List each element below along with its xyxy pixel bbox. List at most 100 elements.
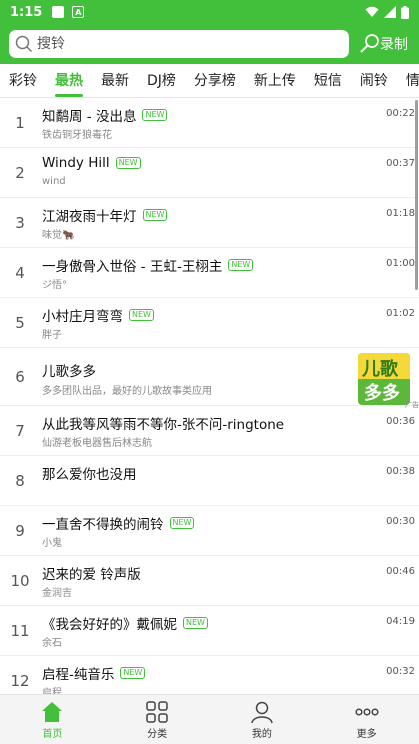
item-index: 9 bbox=[15, 522, 25, 540]
item-title-text: 小村庄月弯弯 bbox=[42, 309, 123, 325]
item-duration: 01:00 bbox=[386, 258, 415, 269]
list-item[interactable]: 3 江湖夜雨十年灯 NEW 味觉🐂 01:18 bbox=[0, 198, 419, 248]
a-notification-icon: A bbox=[72, 6, 85, 18]
item-title-text: 启程-纯音乐 bbox=[42, 667, 115, 683]
item-duration: 04:19 bbox=[386, 616, 415, 627]
ad-app-icon[interactable]: 儿歌 多多 bbox=[358, 353, 410, 405]
item-duration: 00:22 bbox=[386, 108, 415, 119]
wifi-icon bbox=[365, 6, 379, 17]
status-time: 1:15 bbox=[10, 4, 43, 20]
item-duration: 00:38 bbox=[386, 466, 415, 477]
item-title-text: 从此我等风等雨不等你-张不问-ringtone bbox=[42, 417, 285, 433]
status-bar: 1:15 A bbox=[0, 0, 419, 24]
list-item-ad[interactable]: 6 儿歌多多 多多团队出品，最好的儿歌故事类应用 bbox=[0, 348, 419, 406]
item-index: 8 bbox=[15, 472, 25, 490]
grid-icon bbox=[146, 700, 168, 723]
item-index: 5 bbox=[15, 314, 25, 332]
record-button[interactable]: 录制 bbox=[358, 33, 408, 55]
item-title: 知鹬周 - 没出息 NEW bbox=[42, 105, 168, 125]
signal-icon bbox=[384, 6, 396, 18]
list-item[interactable]: 8 那么爱你也没用 00:38 bbox=[0, 456, 419, 506]
item-subtitle: 味觉🐂 bbox=[42, 230, 75, 241]
item-title-text: 迟来的爱 铃声版 bbox=[42, 567, 141, 583]
item-index: 4 bbox=[15, 264, 25, 282]
list-item[interactable]: 12 启程-纯音乐 NEW 启程 00:32 bbox=[0, 656, 419, 694]
new-badge: NEW bbox=[183, 617, 208, 629]
list-item[interactable]: 7 从此我等风等雨不等你-张不问-ringtone 仙游老板电器售后林志航 00… bbox=[0, 406, 419, 456]
item-index: 6 bbox=[15, 368, 25, 386]
item-title-text: 知鹬周 - 没出息 bbox=[42, 109, 137, 125]
list-item[interactable]: 9 一直舍不得换的闹铃 NEW 小鬼 00:30 bbox=[0, 506, 419, 556]
list-item[interactable]: 5 小村庄月弯弯 NEW 胖子 01:02 bbox=[0, 298, 419, 348]
item-title: 迟来的爱 铃声版 bbox=[42, 563, 141, 583]
nav-mine[interactable]: 我的 bbox=[210, 695, 315, 744]
notification-icon bbox=[52, 6, 65, 18]
item-subtitle: 多多团队出品，最好的儿歌故事类应用 bbox=[42, 386, 212, 397]
ringtone-list[interactable]: 1 知鹬周 - 没出息 NEW 铁齿铜牙狼毒花 00:22 2 Windy Hil… bbox=[0, 98, 419, 694]
item-subtitle: 金润吉 bbox=[42, 588, 72, 599]
list-item[interactable]: 4 一身傲骨入世俗 - 王虹-王栩主 NEW ジ悟° 01:00 bbox=[0, 248, 419, 298]
nav-more[interactable]: 更多 bbox=[314, 695, 419, 744]
battery-icon bbox=[401, 5, 409, 19]
nav-more-label: 更多 bbox=[356, 728, 377, 740]
search-box[interactable] bbox=[9, 30, 349, 58]
new-badge: NEW bbox=[142, 109, 168, 121]
tab-dj[interactable]: DJ榜 bbox=[138, 64, 185, 97]
item-index: 11 bbox=[10, 622, 30, 640]
new-badge: NEW bbox=[228, 259, 254, 271]
list-item[interactable]: 1 知鹬周 - 没出息 NEW 铁齿铜牙狼毒花 00:22 bbox=[0, 98, 419, 148]
item-title-text: Windy Hill bbox=[42, 155, 110, 171]
item-title: 从此我等风等雨不等你-张不问-ringtone bbox=[42, 413, 284, 433]
item-title-text: 儿歌多多 bbox=[42, 364, 96, 380]
tab-love[interactable]: 情 bbox=[397, 64, 419, 97]
bottom-navigation: 首页 分类 我的 更多 bbox=[0, 694, 419, 744]
item-subtitle: 小鬼 bbox=[42, 538, 62, 549]
item-subtitle: 铁齿铜牙狼毒花 bbox=[42, 130, 112, 141]
nav-home[interactable]: 首页 bbox=[0, 695, 105, 744]
nav-category[interactable]: 分类 bbox=[105, 695, 210, 744]
tab-newest[interactable]: 最新 bbox=[92, 64, 138, 97]
item-subtitle: 胖子 bbox=[42, 330, 62, 341]
item-subtitle: ジ悟° bbox=[42, 280, 67, 291]
nav-category-label: 分类 bbox=[147, 728, 168, 740]
app-header: 录制 bbox=[0, 24, 419, 64]
tab-caling[interactable]: 彩铃 bbox=[0, 64, 46, 97]
item-duration: 01:18 bbox=[386, 208, 415, 219]
category-tabs: 彩铃 最热 最新 DJ榜 分享榜 新上传 短信 闹铃 情 bbox=[0, 64, 419, 98]
item-title-text: 一身傲骨入世俗 - 王虹-王栩主 bbox=[42, 259, 223, 275]
item-duration: 01:02 bbox=[386, 308, 415, 319]
tab-share[interactable]: 分享榜 bbox=[185, 64, 245, 97]
ad-badge: 广告 bbox=[405, 401, 419, 409]
item-title: 一直舍不得换的闹铃 NEW bbox=[42, 513, 195, 533]
item-title: Windy Hill NEW bbox=[42, 155, 141, 171]
item-duration: 00:30 bbox=[386, 516, 415, 527]
new-badge: NEW bbox=[169, 517, 195, 529]
tab-sms[interactable]: 短信 bbox=[305, 64, 351, 97]
nav-home-label: 首页 bbox=[42, 728, 63, 740]
item-index: 2 bbox=[15, 164, 25, 182]
item-index: 7 bbox=[15, 422, 25, 440]
item-subtitle: 启程 bbox=[42, 688, 62, 694]
item-subtitle: 余石 bbox=[42, 638, 62, 649]
item-duration: 00:36 bbox=[386, 416, 415, 427]
search-input[interactable] bbox=[37, 36, 337, 52]
record-label: 录制 bbox=[380, 37, 408, 53]
user-icon bbox=[251, 701, 273, 723]
list-item[interactable]: 2 Windy Hill NEW wind 00:37 bbox=[0, 148, 419, 198]
item-index: 1 bbox=[15, 114, 25, 132]
item-subtitle: wind bbox=[42, 176, 66, 187]
item-title: 那么爱你也没用 bbox=[42, 463, 137, 483]
item-title-text: 江湖夜雨十年灯 bbox=[42, 209, 137, 225]
item-title-text: 一直舍不得换的闹铃 bbox=[42, 517, 164, 533]
list-item[interactable]: 10 迟来的爱 铃声版 金润吉 00:46 bbox=[0, 556, 419, 606]
tab-hottest[interactable]: 最热 bbox=[46, 64, 92, 97]
list-scrollbar[interactable] bbox=[415, 100, 418, 290]
item-title: 儿歌多多 bbox=[42, 360, 96, 380]
ad-icon-text-top: 儿歌 bbox=[362, 359, 398, 380]
list-item[interactable]: 11 《我会好好的》戴佩妮 NEW 余石 04:19 bbox=[0, 606, 419, 656]
item-title: 小村庄月弯弯 NEW bbox=[42, 305, 154, 325]
item-title-text: 那么爱你也没用 bbox=[42, 467, 137, 483]
item-index: 3 bbox=[15, 214, 25, 232]
tab-new-upload[interactable]: 新上传 bbox=[245, 64, 305, 97]
tab-alarm[interactable]: 闹铃 bbox=[351, 64, 397, 97]
